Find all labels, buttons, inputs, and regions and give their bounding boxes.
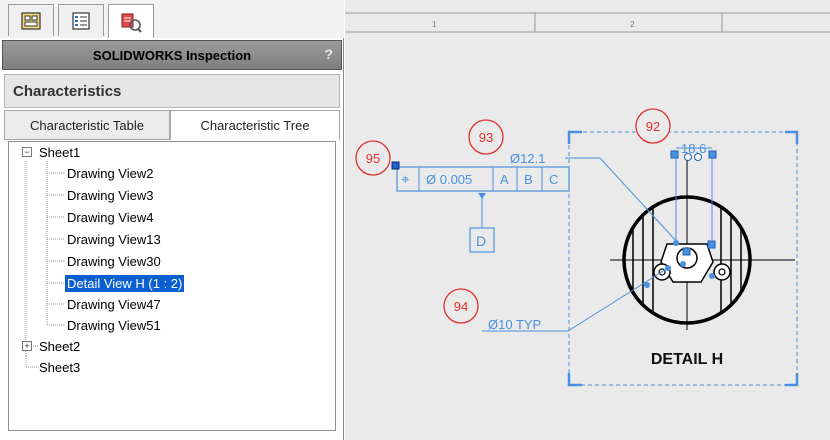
dimension-12-1[interactable]: Ø12.1 [510, 151, 545, 166]
feature-tree-icon [72, 11, 90, 30]
inspection-tab[interactable] [108, 4, 154, 38]
svg-text:92: 92 [646, 119, 660, 134]
characteristic-tree: − Sheet1 Drawing View2 Drawing View3 Dra… [8, 141, 336, 431]
characteristics-label: Characteristics [13, 82, 122, 100]
feature-control-frame[interactable]: ⌖ Ø 0.005 A B C [396, 166, 570, 192]
datum-triangle [478, 193, 486, 199]
svg-text:94: 94 [454, 299, 468, 314]
balloon-92[interactable]: 92 [635, 108, 671, 144]
detail-h-label: DETAIL H [651, 351, 723, 368]
balloon-94[interactable]: 94 [443, 288, 479, 324]
fcf-datum: A [500, 172, 509, 187]
tab-characteristic-table[interactable]: Characteristic Table [4, 110, 170, 140]
tree-node-view[interactable]: Drawing View13 [65, 231, 163, 248]
zone-label: 2 [630, 20, 635, 29]
svg-text:93: 93 [479, 130, 493, 145]
position-symbol-icon: ⌖ [401, 171, 410, 188]
collapse-sheet1-icon[interactable]: − [22, 147, 32, 157]
svg-text:D: D [476, 233, 486, 249]
tree-node-view[interactable]: Drawing View4 [65, 209, 155, 226]
dimension-18-6[interactable]: 18.6 [681, 141, 706, 156]
fcf-datum: B [524, 172, 533, 187]
inspection-icon [121, 13, 142, 33]
tab-characteristic-tree[interactable]: Characteristic Tree [170, 110, 340, 140]
detail-h-geometry [610, 155, 795, 330]
tree-node-sheet3[interactable]: Sheet3 [37, 359, 82, 376]
balloon-95[interactable]: 95 [355, 140, 391, 176]
feature-tree-tab[interactable] [58, 4, 104, 36]
tree-node-view[interactable]: Drawing View51 [65, 317, 163, 334]
panel-title-bar: SOLIDWORKS Inspection ? [2, 40, 342, 70]
tree-node-view[interactable]: Drawing View47 [65, 296, 163, 313]
dimension-10-typ[interactable]: Ø10 TYP [488, 317, 541, 332]
tree-node-view[interactable]: Drawing View2 [65, 165, 155, 182]
panel-tab-strip [0, 0, 344, 38]
tree-node-sheet1[interactable]: Sheet1 [37, 144, 82, 161]
zone-ruler: 1 2 [345, 12, 830, 33]
fcf-tolerance: Ø 0.005 [426, 172, 472, 187]
tree-node-sheet2[interactable]: Sheet2 [37, 338, 82, 355]
tree-node-view-selected[interactable]: Detail View H (1 : 2) [65, 275, 185, 292]
inspection-panel: SOLIDWORKS Inspection ? Characteristics … [0, 0, 344, 440]
characteristic-tabs: Characteristic Table Characteristic Tree [4, 110, 340, 140]
tab-label: Characteristic Table [30, 117, 144, 133]
drawing-sheet-svg: 1 2 ⌖ Ø 0.005 A B C D Ø12.1 18.6 Ø10 TYP… [345, 12, 830, 387]
panel-title: SOLIDWORKS Inspection [92, 47, 252, 63]
balloon-93[interactable]: 93 [468, 119, 504, 155]
svg-text:95: 95 [366, 151, 380, 166]
characteristics-header[interactable]: Characteristics [4, 74, 340, 108]
zone-label: 1 [432, 20, 437, 29]
fcf-datum: C [549, 172, 558, 187]
tree-node-view[interactable]: Drawing View30 [65, 253, 163, 270]
property-manager-tab[interactable] [8, 4, 54, 36]
datum-feature-d[interactable]: D [469, 227, 495, 253]
property-manager-icon [21, 11, 41, 30]
tree-node-view[interactable]: Drawing View3 [65, 187, 155, 204]
drawing-canvas[interactable]: 1 2 ⌖ Ø 0.005 A B C D Ø12.1 18.6 Ø10 TYP… [345, 0, 830, 440]
expand-sheet2-icon[interactable]: + [22, 341, 32, 351]
help-button[interactable]: ? [324, 46, 333, 62]
tab-label: Characteristic Tree [200, 118, 310, 133]
